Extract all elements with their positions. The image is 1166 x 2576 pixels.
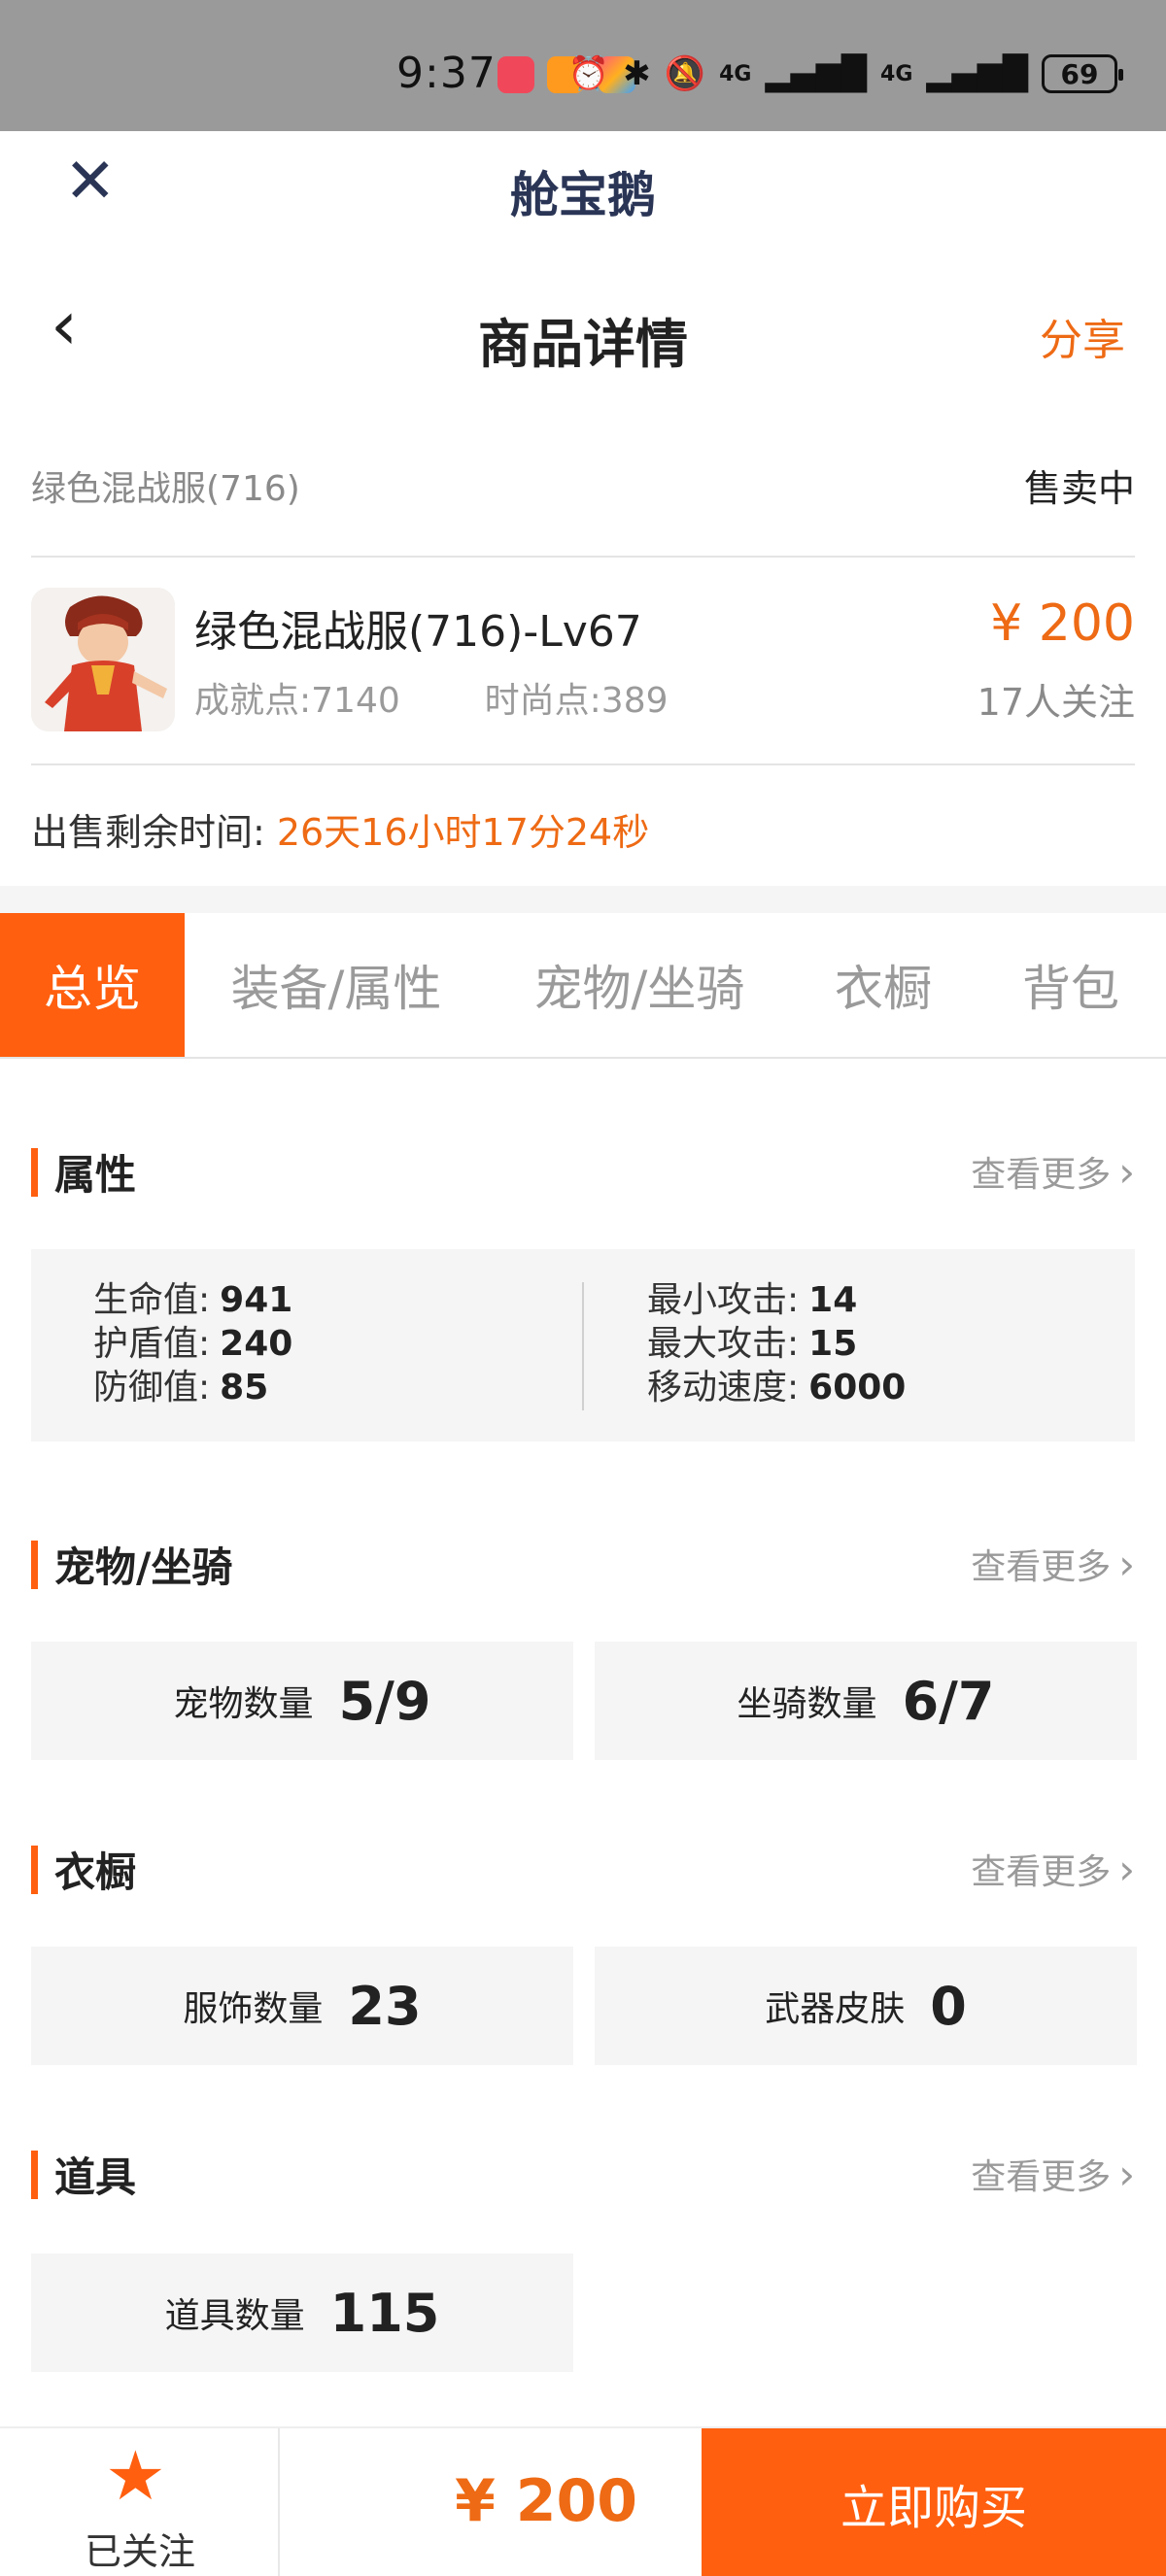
product-avatar[interactable] [31, 588, 175, 731]
divider [31, 763, 1135, 765]
stat-value: 23 [348, 1975, 422, 2037]
attribute-value: 6000 [808, 1368, 907, 1407]
star-icon: ★ [105, 2436, 166, 2516]
character-image [31, 588, 175, 731]
alarm-icon: ⏰ [567, 54, 610, 93]
view-more-pets[interactable]: 查看更多 › [971, 1539, 1135, 1589]
attributes-panel: 生命值: 941 护盾值: 240 防御值: 85 最小攻击: 14 最大攻击: 15 移… [31, 1249, 1135, 1441]
stat-label: 道具数量 [164, 2296, 305, 2336]
section-title-attributes: 属性 [31, 1142, 136, 1202]
attribute-row: 最小攻击: 14 [647, 1278, 906, 1322]
page-title: 商品详情 [478, 314, 688, 375]
battery-icon: 69 [1042, 54, 1123, 93]
section-title-wardrobe: 衣橱 [31, 1840, 136, 1899]
tab-bag[interactable]: 背包 [976, 913, 1166, 1057]
product-subinfo: 成就点:7140 时尚点:389 [194, 672, 669, 723]
stat-card-pets: 宠物数量 5/9 [31, 1642, 573, 1760]
fashion-points: 时尚点:389 [484, 681, 669, 721]
divider [31, 556, 1135, 558]
attribute-row: 生命值: 941 [93, 1278, 292, 1322]
chevron-right-icon: › [1118, 1846, 1135, 1893]
view-more-label: 查看更多 [971, 2157, 1112, 2197]
achievement-points: 成就点:7140 [194, 681, 400, 721]
status-time: 9:37 [396, 49, 497, 98]
stat-label: 宠物数量 [173, 1684, 314, 1724]
mini-program-title: 舱宝鹅 [510, 167, 656, 223]
bottom-action-bar: ★ 已关注 ¥ 200 立即购买 [0, 2426, 1166, 2576]
signal-bars-icon: ▂▄▆█ [765, 54, 868, 93]
bluetooth-icon: ✱ [623, 54, 651, 93]
stat-card-weapon-skins: 武器皮肤 0 [595, 1947, 1137, 2065]
mute-icon: 🔕 [664, 54, 706, 93]
app-notification-icon [497, 56, 534, 93]
attributes-right: 最小攻击: 14 最大攻击: 15 移动速度: 6000 [647, 1278, 906, 1409]
attribute-label: 防御值: [93, 1368, 211, 1407]
stat-label: 武器皮肤 [765, 1989, 906, 2029]
chevron-right-icon: › [1118, 1148, 1135, 1196]
buy-now-button[interactable]: 立即购买 [702, 2428, 1166, 2576]
signal-bars-icon: ▂▄▆█ [926, 54, 1028, 93]
attribute-value: 85 [220, 1368, 269, 1407]
attribute-value: 941 [220, 1280, 293, 1320]
attribute-row: 移动速度: 6000 [647, 1366, 906, 1409]
stat-label: 坐骑数量 [737, 1684, 877, 1724]
chevron-right-icon: › [1118, 2151, 1135, 2198]
tab-bar: 总览 装备/属性 宠物/坐骑 衣橱 背包 [0, 913, 1166, 1059]
stat-card-props: 道具数量 115 [31, 2254, 573, 2372]
follow-button[interactable]: ★ 已关注 [0, 2428, 280, 2576]
status-icons: ⏰ ✱ 🔕 4G ▂▄▆█ 4G ▂▄▆█ 69 [567, 54, 1123, 93]
stat-card-mounts: 坐骑数量 6/7 [595, 1642, 1137, 1760]
attributes-left: 生命值: 941 护盾值: 240 防御值: 85 [93, 1278, 292, 1409]
tab-wardrobe[interactable]: 衣橱 [791, 913, 976, 1057]
follower-count: 17人关注 [977, 681, 1135, 724]
product-price: ¥ 200 [990, 594, 1135, 653]
view-more-props[interactable]: 查看更多 › [971, 2149, 1135, 2199]
attribute-label: 移动速度: [647, 1368, 800, 1407]
remaining-time-label: 出售剩余时间: [31, 811, 265, 854]
stat-value: 5/9 [338, 1670, 431, 1732]
chevron-right-icon: › [1118, 1541, 1135, 1588]
view-more-label: 查看更多 [971, 1547, 1112, 1587]
tab-pets[interactable]: 宠物/坐骑 [488, 913, 791, 1057]
stat-value: 115 [329, 2282, 440, 2344]
status-bar: 9:37 ⏰ ✱ 🔕 4G ▂▄▆█ 4G ▂▄▆█ 69 [0, 0, 1166, 131]
section-title-pets: 宠物/坐骑 [31, 1535, 232, 1594]
signal-icon: 4G [719, 61, 752, 86]
stat-label: 服饰数量 [183, 1989, 324, 2029]
view-more-wardrobe[interactable]: 查看更多 › [971, 1844, 1135, 1894]
share-button[interactable]: 分享 [1040, 305, 1125, 367]
attribute-row: 防御值: 85 [93, 1366, 292, 1409]
follow-label: 已关注 [84, 2530, 195, 2573]
tab-overview[interactable]: 总览 [0, 913, 185, 1057]
product-title: 绿色混战服(716)-Lv67 [194, 607, 642, 657]
status-badge: 售卖中 [1023, 467, 1135, 510]
bottom-price: ¥ 200 [455, 2467, 637, 2535]
attribute-value: 15 [808, 1324, 858, 1364]
product-name-small: 绿色混战服(716) [31, 469, 300, 509]
remaining-time-value: 26天16小时17分24秒 [276, 811, 650, 854]
section-title-props: 道具 [31, 2145, 136, 2204]
view-more-label: 查看更多 [971, 1852, 1112, 1892]
mini-program-header: ✕ 舱宝鹅 [0, 131, 1166, 238]
view-more-label: 查看更多 [971, 1155, 1112, 1195]
attribute-label: 生命值: [93, 1280, 211, 1320]
attribute-label: 最小攻击: [647, 1280, 800, 1320]
column-divider [582, 1282, 584, 1410]
signal-icon: 4G [880, 61, 913, 86]
remaining-time: 出售剩余时间: 26天16小时17分24秒 [31, 802, 649, 856]
tab-equipment[interactable]: 装备/属性 [185, 913, 488, 1057]
product-header: 绿色混战服(716) 售卖中 [31, 457, 1135, 515]
attribute-row: 最大攻击: 15 [647, 1322, 906, 1366]
view-more-attributes[interactable]: 查看更多 › [971, 1146, 1135, 1197]
attribute-label: 最大攻击: [647, 1324, 800, 1364]
attribute-row: 护盾值: 240 [93, 1322, 292, 1366]
attribute-label: 护盾值: [93, 1324, 211, 1364]
attribute-value: 240 [220, 1324, 293, 1364]
page-nav: ‹ 商品详情 分享 [0, 272, 1166, 389]
attribute-value: 14 [808, 1280, 858, 1320]
stat-value: 0 [930, 1975, 967, 2037]
stat-value: 6/7 [902, 1670, 995, 1732]
section-spacer [0, 886, 1166, 913]
stat-card-outfits: 服饰数量 23 [31, 1947, 573, 2065]
